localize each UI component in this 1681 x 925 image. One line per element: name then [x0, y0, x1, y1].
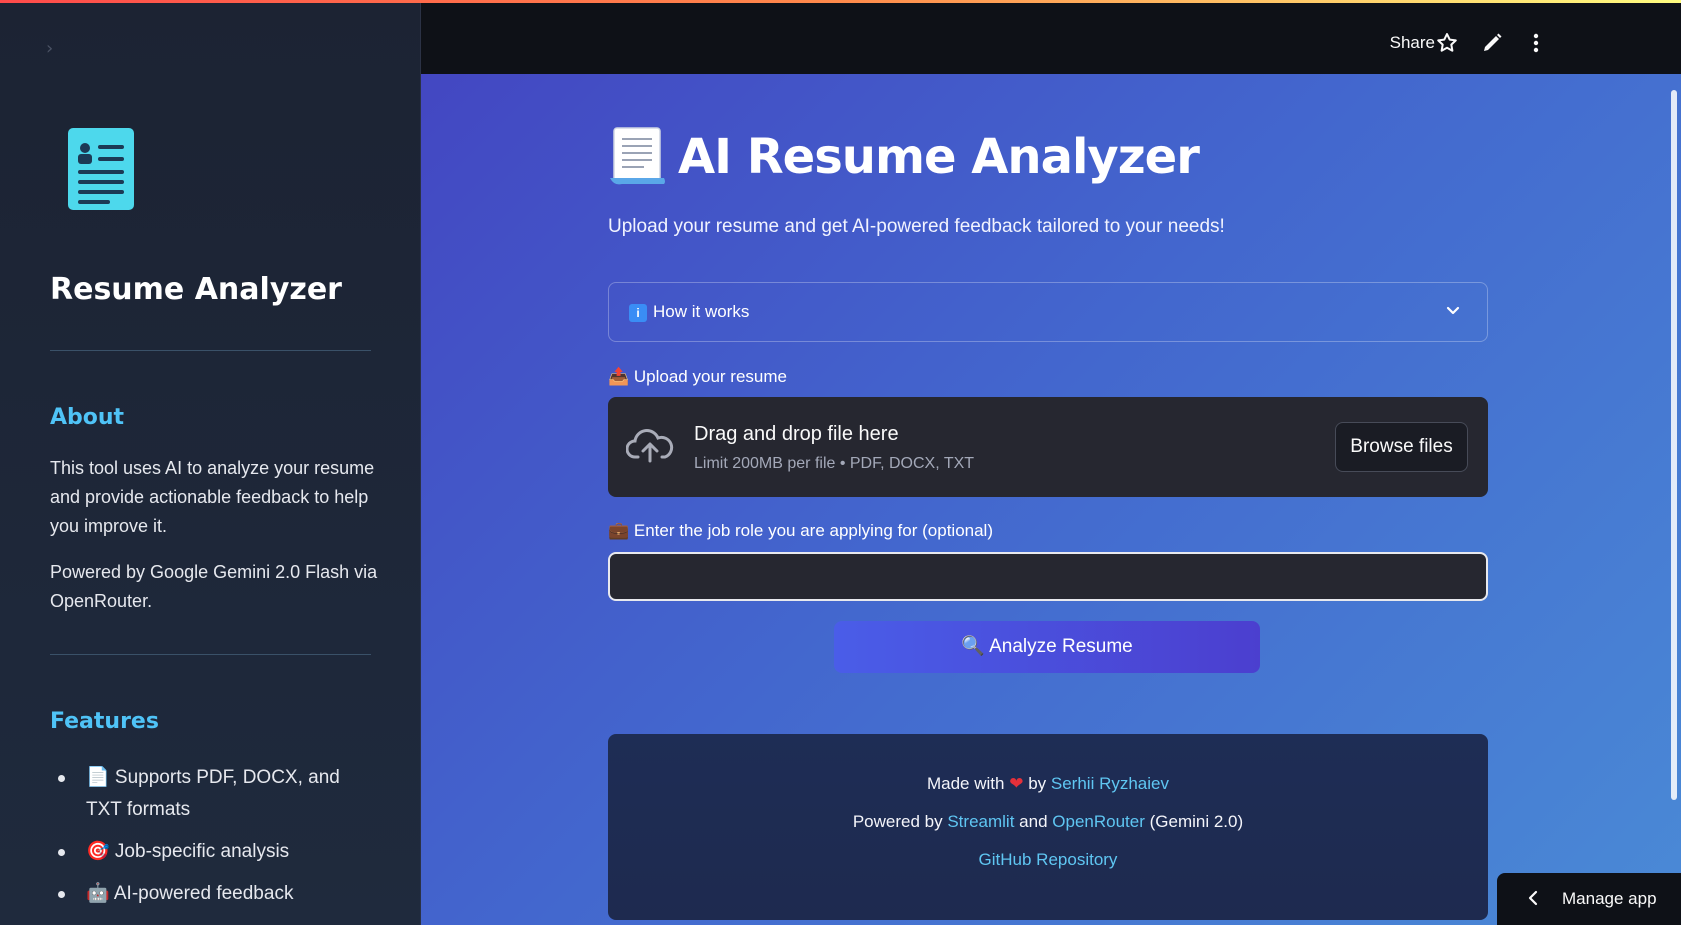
streamlit-link[interactable]: Streamlit — [947, 812, 1014, 831]
footer-powered-by: Powered by Streamlit and OpenRouter (Gem… — [852, 812, 1244, 831]
powered-text: Powered by Google Gemini 2.0 Flash via O… — [50, 562, 378, 611]
main-content: AI Resume Analyzer Upload your resume an… — [421, 74, 1681, 925]
list-item: 📄 Supports PDF, DOCX, and TXT formats — [50, 762, 380, 826]
sidebar: › Resume Analyzer About This tool uses A… — [0, 0, 421, 925]
chevron-right-icon[interactable]: › — [46, 38, 53, 59]
page-document-icon — [610, 127, 665, 185]
sidebar-title: Resume Analyzer — [50, 272, 342, 307]
page-title: AI Resume Analyzer — [678, 129, 1200, 185]
analyze-resume-button[interactable]: 🔍 Analyze Resume — [834, 621, 1260, 673]
manage-app-label: Manage app — [1562, 889, 1657, 908]
page-title-row: AI Resume Analyzer — [608, 126, 1200, 188]
footer-made-with: Made with ❤ by Serhii Ryzhaiev — [926, 774, 1169, 793]
features-list: 📄 Supports PDF, DOCX, and TXT formats 🎯 … — [50, 762, 380, 920]
page-subtitle: Upload your resume and get AI-powered fe… — [608, 216, 1225, 237]
chevron-down-icon — [1446, 306, 1460, 315]
share-button[interactable]: Share — [1390, 33, 1435, 53]
upload-label: 📤 Upload your resume — [608, 367, 787, 386]
cloud-upload-icon — [626, 429, 674, 463]
about-text: This tool uses AI to analyze your resume… — [50, 458, 375, 536]
github-repository-link[interactable]: GitHub Repository — [979, 850, 1118, 869]
job-role-input[interactable] — [608, 552, 1488, 601]
file-uploader-dropzone[interactable]: Drag and drop file here Limit 200MB per … — [608, 397, 1488, 497]
list-item: 🎯 Job-specific analysis — [50, 836, 380, 868]
browse-files-button[interactable]: Browse files — [1335, 422, 1468, 472]
scrollbar[interactable] — [1671, 90, 1677, 800]
about-heading: About — [50, 405, 125, 430]
app-header: Share — [421, 3, 1681, 74]
manage-app-button[interactable]: Manage app — [1497, 873, 1681, 925]
how-it-works-expander[interactable]: i How it works — [608, 282, 1488, 342]
footer-card: Made with ❤ by Serhii Ryzhaiev Powered b… — [608, 734, 1488, 920]
heart-icon: ❤ — [1009, 774, 1024, 793]
sidebar-divider — [50, 350, 371, 351]
more-vertical-icon[interactable] — [1524, 31, 1548, 55]
openrouter-link[interactable]: OpenRouter — [1052, 812, 1145, 831]
job-role-label: 💼 Enter the job role you are applying fo… — [608, 521, 993, 540]
star-icon[interactable] — [1435, 31, 1459, 55]
uploader-title: Drag and drop file here — [694, 423, 899, 445]
expander-label: How it works — [653, 302, 750, 321]
top-decoration-stripe — [0, 0, 1681, 3]
sidebar-divider — [50, 654, 371, 655]
resume-document-icon — [68, 128, 134, 210]
pencil-icon[interactable] — [1480, 31, 1504, 55]
chevron-left-icon — [1528, 890, 1538, 906]
author-link[interactable]: Serhii Ryzhaiev — [1051, 774, 1169, 793]
features-heading: Features — [50, 709, 159, 734]
list-item: 🤖 AI-powered feedback — [50, 878, 380, 910]
info-icon: i — [629, 304, 647, 322]
uploader-limit: Limit 200MB per file • PDF, DOCX, TXT — [694, 455, 975, 472]
